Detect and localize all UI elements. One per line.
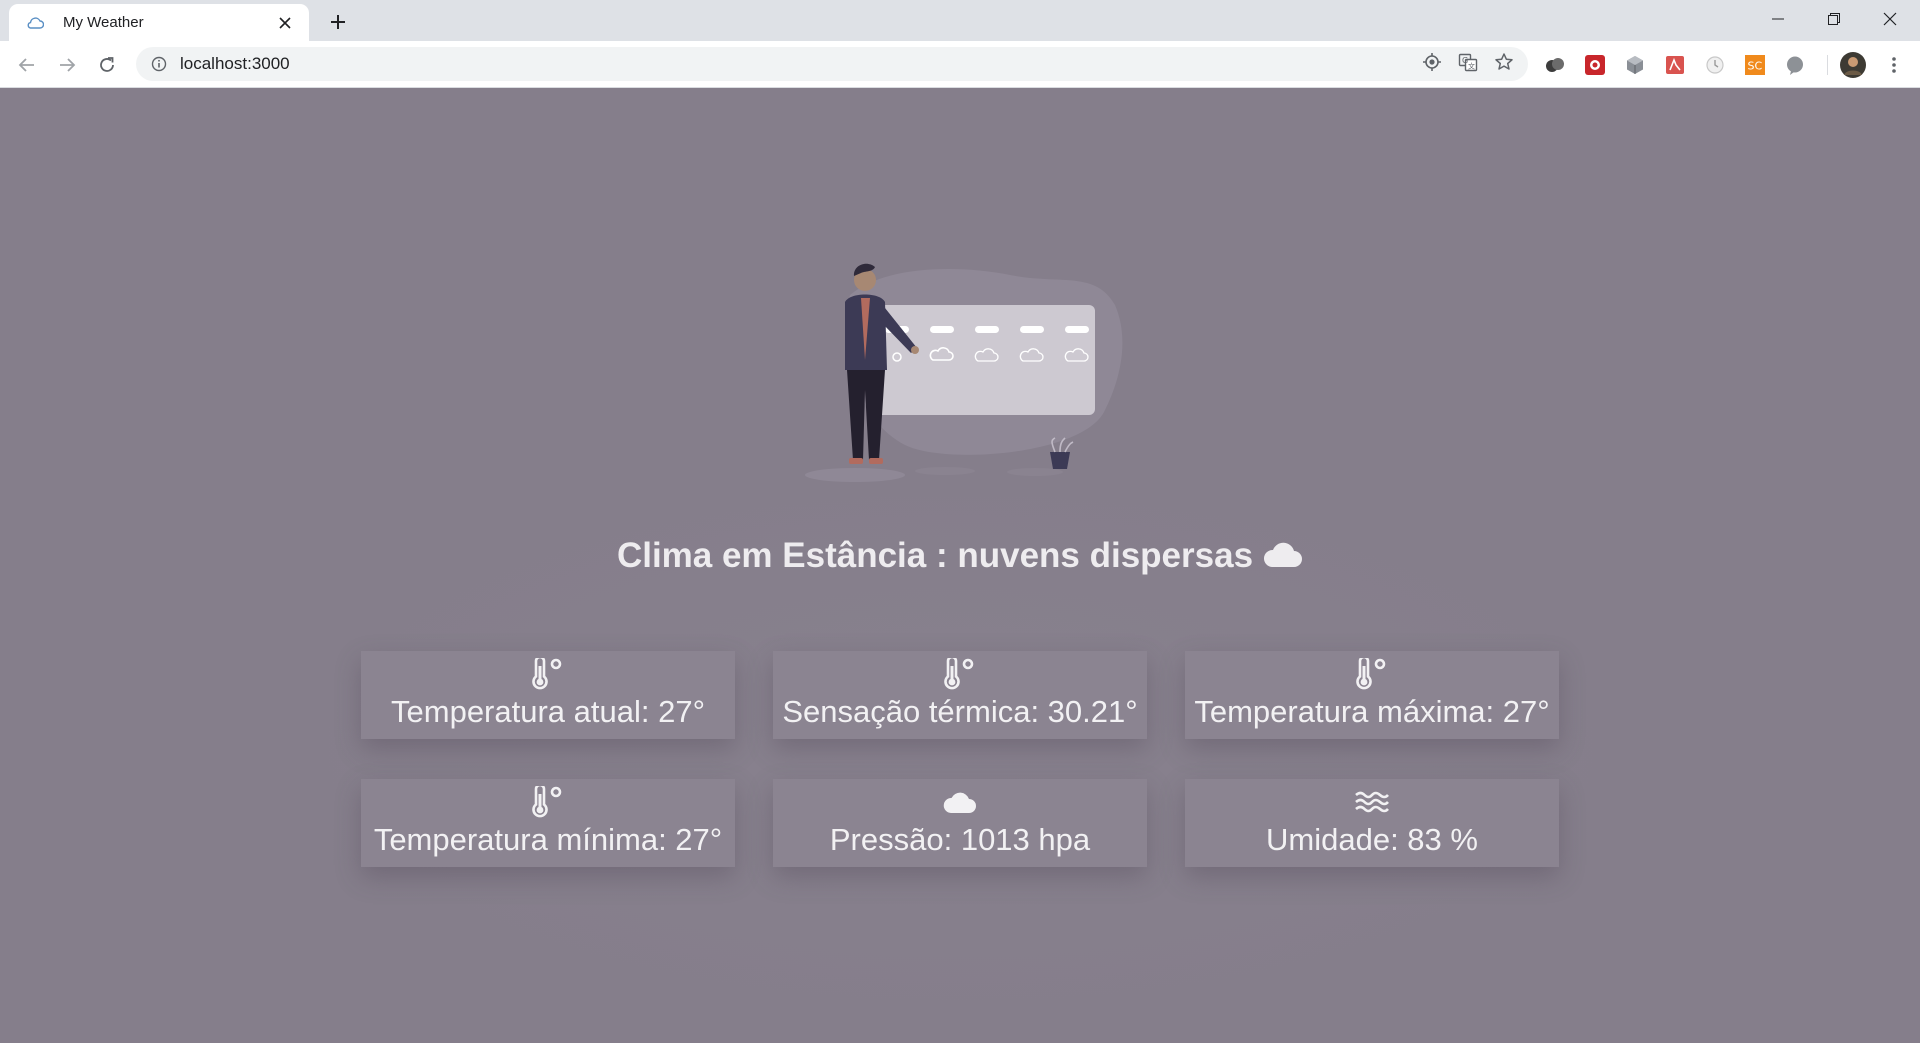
translate-icon[interactable]: G文 xyxy=(1458,52,1478,77)
current-temperature-card: Temperatura atual: 27° xyxy=(361,651,735,739)
thermometer-icon xyxy=(530,658,566,690)
forward-arrow-icon[interactable] xyxy=(52,50,82,80)
toolbar-divider xyxy=(1827,55,1828,75)
min-temperature-label: Temperatura mínima: 27° xyxy=(373,822,723,857)
extension-cube-icon[interactable] xyxy=(1623,53,1647,77)
max-temperature-card: Temperatura máxima: 27° xyxy=(1185,651,1559,739)
browser-tab[interactable]: My Weather xyxy=(9,4,309,41)
weather-headline: Clima em Estância : nuvens dispersas xyxy=(0,533,1920,581)
cloud-icon xyxy=(943,786,977,818)
extension-red-icon[interactable] xyxy=(1583,53,1607,77)
restore-icon[interactable] xyxy=(1806,0,1862,37)
profile-avatar[interactable] xyxy=(1838,50,1868,80)
feels-like-label: Sensação térmica: 30.21° xyxy=(782,694,1138,729)
tab-title: My Weather xyxy=(63,14,144,31)
cloud-favicon-icon xyxy=(26,15,46,31)
thermometer-icon xyxy=(530,786,566,818)
humidity-label: Umidade: 83 % xyxy=(1266,822,1478,857)
extension-sc-icon[interactable]: SC xyxy=(1743,53,1767,77)
close-tab-icon[interactable] xyxy=(271,9,299,37)
headline-text: Clima em Estância : nuvens dispersas xyxy=(616,536,1254,575)
min-temperature-card: Temperatura mínima: 27° xyxy=(361,779,735,867)
back-arrow-icon[interactable] xyxy=(12,50,42,80)
bookmark-star-icon[interactable] xyxy=(1494,52,1514,77)
url-text: localhost:3000 xyxy=(180,54,290,73)
pressure-card: Pressão: 1013 hpa xyxy=(773,779,1147,867)
thermometer-icon xyxy=(1354,658,1390,690)
water-waves-icon xyxy=(1355,786,1389,818)
reload-icon[interactable] xyxy=(92,50,122,80)
cloud-icon xyxy=(1263,535,1303,581)
max-temperature-label: Temperatura máxima: 27° xyxy=(1194,694,1550,729)
extension-pdf-icon[interactable] xyxy=(1663,53,1687,77)
close-window-icon[interactable] xyxy=(1862,0,1918,37)
weather-forecast-illustration xyxy=(805,263,1123,482)
menu-kebab-icon[interactable] xyxy=(1882,53,1906,77)
location-icon[interactable] xyxy=(1422,52,1442,77)
svg-text:SC: SC xyxy=(1748,60,1763,73)
extension-circles-icon[interactable] xyxy=(1543,53,1567,77)
extension-gray-circle-icon[interactable] xyxy=(1783,53,1807,77)
current-temperature-label: Temperatura atual: 27° xyxy=(391,694,705,729)
feels-like-card: Sensação térmica: 30.21° xyxy=(773,651,1147,739)
svg-text:文: 文 xyxy=(1468,61,1475,70)
weather-page: Clima em Estância : nuvens dispersas Tem… xyxy=(0,88,1920,1043)
extension-clock-icon[interactable] xyxy=(1703,53,1727,77)
address-bar[interactable]: localhost:3000 G文 xyxy=(136,47,1528,81)
humidity-card: Umidade: 83 % xyxy=(1185,779,1559,867)
new-tab-button[interactable] xyxy=(324,8,352,36)
thermometer-icon xyxy=(942,658,978,690)
pressure-label: Pressão: 1013 hpa xyxy=(829,822,1091,857)
minimize-icon[interactable] xyxy=(1750,0,1806,37)
site-info-icon[interactable] xyxy=(149,56,169,72)
tab-strip: My Weather xyxy=(0,0,1920,41)
browser-toolbar: localhost:3000 G文 SC xyxy=(0,41,1920,88)
